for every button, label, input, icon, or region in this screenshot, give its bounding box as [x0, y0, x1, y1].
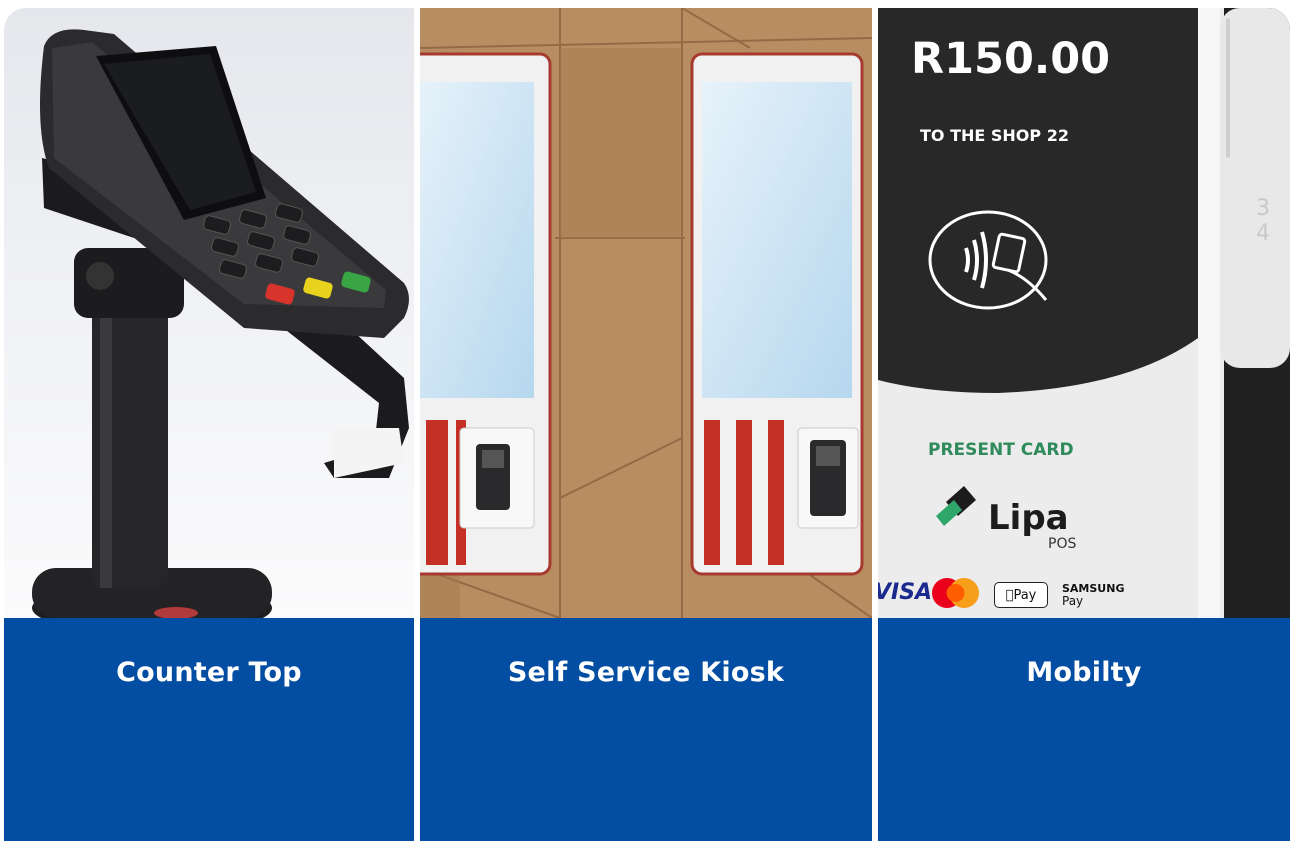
- payment-amount: R150.00: [911, 34, 1111, 84]
- lipa-logo-text: Lipa: [988, 498, 1069, 538]
- apple-pay-badge: Pay: [994, 582, 1048, 608]
- samsung-pay-logo: SAMSUNG Pay: [1062, 582, 1124, 608]
- visa-logo: VISA: [878, 580, 933, 605]
- product-card-self-service-kiosk[interactable]: Self Service Kiosk: [420, 8, 872, 841]
- product-card-counter-top[interactable]: Counter Top: [4, 8, 414, 841]
- product-card-mobility[interactable]: R150.00 TO THE SHOP 22 PRESENT CARD Lipa…: [878, 8, 1290, 841]
- card-title-counter-top: Counter Top: [116, 657, 302, 688]
- self-service-kiosk-image: [420, 8, 872, 618]
- lipa-pos-subtext: POS: [1048, 536, 1077, 552]
- card-label-panel: Mobilty: [878, 618, 1290, 841]
- card-label-panel: Self Service Kiosk: [420, 618, 872, 841]
- card-title-self-service-kiosk: Self Service Kiosk: [507, 657, 785, 688]
- samsung-pay-line2: Pay: [1062, 594, 1084, 608]
- card-title-mobility: Mobilty: [1026, 657, 1142, 688]
- merchant-name: TO THE SHOP 22: [920, 126, 1069, 145]
- partial-phone-text: 3 4: [1256, 196, 1270, 246]
- card-label-panel: Counter Top: [4, 618, 414, 841]
- mobility-payment-screen-image: R150.00 TO THE SHOP 22 PRESENT CARD Lipa…: [878, 8, 1290, 618]
- present-card-prompt: PRESENT CARD: [928, 440, 1074, 460]
- counter-top-terminal-image: [4, 8, 414, 618]
